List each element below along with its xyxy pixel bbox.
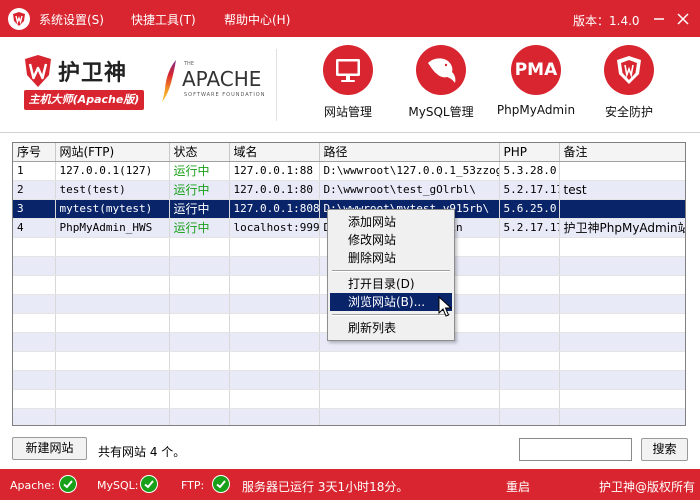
dolphin-icon xyxy=(428,58,456,83)
apache-text: APACHE xyxy=(182,67,262,91)
cell-status: 运行中 xyxy=(169,180,230,200)
search-input[interactable] xyxy=(519,438,632,461)
copyright-label: 护卫神@版权所有 xyxy=(599,480,696,494)
table-header-row: 序号 网站(FTP) 状态 域名 路径 PHP 备注 xyxy=(13,143,685,162)
cell-index: 2 xyxy=(13,180,56,200)
title-bar: 系统设置(S) 快捷工具(T) 帮助中心(H) 版本：1.4.0 xyxy=(0,0,700,37)
site-count-label: 共有网站 4 个。 xyxy=(98,445,186,459)
check-circle-icon xyxy=(59,475,77,493)
cell-index: 3 xyxy=(13,199,56,219)
cell-status: 运行中 xyxy=(169,218,230,238)
cell-status: 运行中 xyxy=(169,161,230,181)
cell-note xyxy=(559,161,685,181)
apache-logo: THE APACHE SOFTWARE FOUNDATION xyxy=(160,59,264,111)
menu-tools[interactable]: 快捷工具(T) xyxy=(131,11,196,28)
cell-site: test(test) xyxy=(55,180,170,200)
ctx-delete-site[interactable]: 删除网站 xyxy=(330,249,452,267)
ctx-add-site[interactable]: 添加网站 xyxy=(330,213,452,231)
cell-domain: 127.0.0.1:80 xyxy=(229,180,320,200)
security-label: 安全防护 xyxy=(604,105,653,119)
cell-domain: 127.0.0.1:8080 xyxy=(229,199,320,219)
cell-php: 5.2.17.17 xyxy=(499,180,560,200)
mouse-pointer-icon xyxy=(438,295,453,321)
header-divider xyxy=(276,49,277,121)
ctx-edit-site[interactable]: 修改网站 xyxy=(330,231,452,249)
uptime-label: 服务器已运行 3天1小时18分。 xyxy=(242,480,409,494)
empty-row xyxy=(13,389,685,409)
site-manage-label: 网站管理 xyxy=(323,105,372,119)
cell-domain: localhost:999 xyxy=(229,218,320,238)
version-label: 版本：1.4.0 xyxy=(573,14,640,28)
col-header-status[interactable]: 状态 xyxy=(169,143,230,162)
apache-status-label: Apache: xyxy=(10,479,55,492)
shield-icon xyxy=(617,56,641,84)
apache-feather-icon xyxy=(162,60,176,102)
col-header-note[interactable]: 备注 xyxy=(559,143,685,162)
menu-settings[interactable]: 系统设置(S) xyxy=(39,11,104,28)
empty-row xyxy=(13,408,685,425)
check-circle-icon xyxy=(212,475,230,493)
minimize-icon[interactable] xyxy=(648,8,670,30)
empty-row xyxy=(13,351,685,371)
phpmyadmin-button[interactable]: PMA PhpMyAdmin xyxy=(496,45,576,125)
cell-index: 1 xyxy=(13,161,56,181)
ctx-browse-site[interactable]: 浏览网站(B)... xyxy=(330,293,452,311)
col-header-path[interactable]: 路径 xyxy=(319,143,500,162)
brand-name: 护卫神 xyxy=(58,61,128,86)
context-menu: 添加网站 修改网站 删除网站 打开目录(D) 浏览网站(B)... 刷新列表 xyxy=(327,209,455,341)
cell-path: D:\wwwroot\127.0.0.1_53zzog\ xyxy=(319,161,500,181)
col-header-domain[interactable]: 域名 xyxy=(229,143,320,162)
table-row[interactable]: 2 test(test) 运行中 127.0.0.1:80 D:\wwwroot… xyxy=(13,180,685,200)
cell-domain: 127.0.0.1:88 xyxy=(229,161,320,181)
close-icon[interactable] xyxy=(672,8,694,30)
ftp-status-label: FTP: xyxy=(181,479,205,492)
search-button[interactable]: 搜索 xyxy=(641,438,688,461)
cell-site: PhpMyAdmin_HWS xyxy=(55,218,170,238)
mysql-manage-button[interactable]: MySQL管理 xyxy=(401,45,481,125)
restart-link[interactable]: 重启 xyxy=(506,478,530,495)
ctx-separator xyxy=(332,270,450,272)
security-button[interactable]: 安全防护 xyxy=(589,45,669,125)
check-circle-icon xyxy=(140,475,158,493)
pma-icon: PMA xyxy=(514,60,558,80)
new-site-button[interactable]: 新建网站 xyxy=(12,437,87,460)
status-bar: Apache: MySQL: FTP: 服务器已运行 3天1小时18分。 重启 … xyxy=(0,469,700,500)
mysql-status-label: MySQL: xyxy=(97,479,139,492)
phpmyadmin-label: PhpMyAdmin xyxy=(496,103,576,117)
ctx-refresh-list[interactable]: 刷新列表 xyxy=(330,319,452,337)
ctx-separator xyxy=(332,314,450,316)
cell-php: 5.3.28.0 xyxy=(499,161,560,181)
header: 护卫神 主机大师(Apache版) THE APACHE SOFTWARE FO… xyxy=(0,37,700,133)
ctx-open-dir[interactable]: 打开目录(D) xyxy=(330,275,452,293)
menu-help[interactable]: 帮助中心(H) xyxy=(224,11,290,28)
col-header-site[interactable]: 网站(FTP) xyxy=(55,143,170,162)
apache-subtext: SOFTWARE FOUNDATION xyxy=(184,92,266,98)
site-manage-button[interactable]: 网站管理 xyxy=(308,45,388,125)
cell-note: test xyxy=(559,180,685,200)
cell-note: 护卫神PhpMyAdmin站点 xyxy=(559,218,685,238)
empty-row xyxy=(13,370,685,390)
monitor-icon xyxy=(336,59,360,82)
cell-index: 4 xyxy=(13,218,56,238)
cell-path: D:\wwwroot\test_gOlrbl\ xyxy=(319,180,500,200)
cell-site: 127.0.0.1(127) xyxy=(55,161,170,181)
col-header-php[interactable]: PHP xyxy=(499,143,560,162)
mysql-manage-label: MySQL管理 xyxy=(408,105,474,119)
table-row[interactable]: 1 127.0.0.1(127) 运行中 127.0.0.1:88 D:\www… xyxy=(13,161,685,181)
app-logo-icon[interactable] xyxy=(8,8,30,30)
cell-php: 5.2.17.17 xyxy=(499,218,560,238)
cell-status: 运行中 xyxy=(169,199,230,219)
col-header-index[interactable]: 序号 xyxy=(13,143,56,162)
shield-logo-icon xyxy=(24,54,52,88)
cell-note xyxy=(559,199,685,219)
cell-php: 5.6.25.0 xyxy=(499,199,560,219)
brand-subtitle: 主机大师(Apache版) xyxy=(24,90,144,110)
cell-site: mytest(mytest) xyxy=(55,199,170,219)
